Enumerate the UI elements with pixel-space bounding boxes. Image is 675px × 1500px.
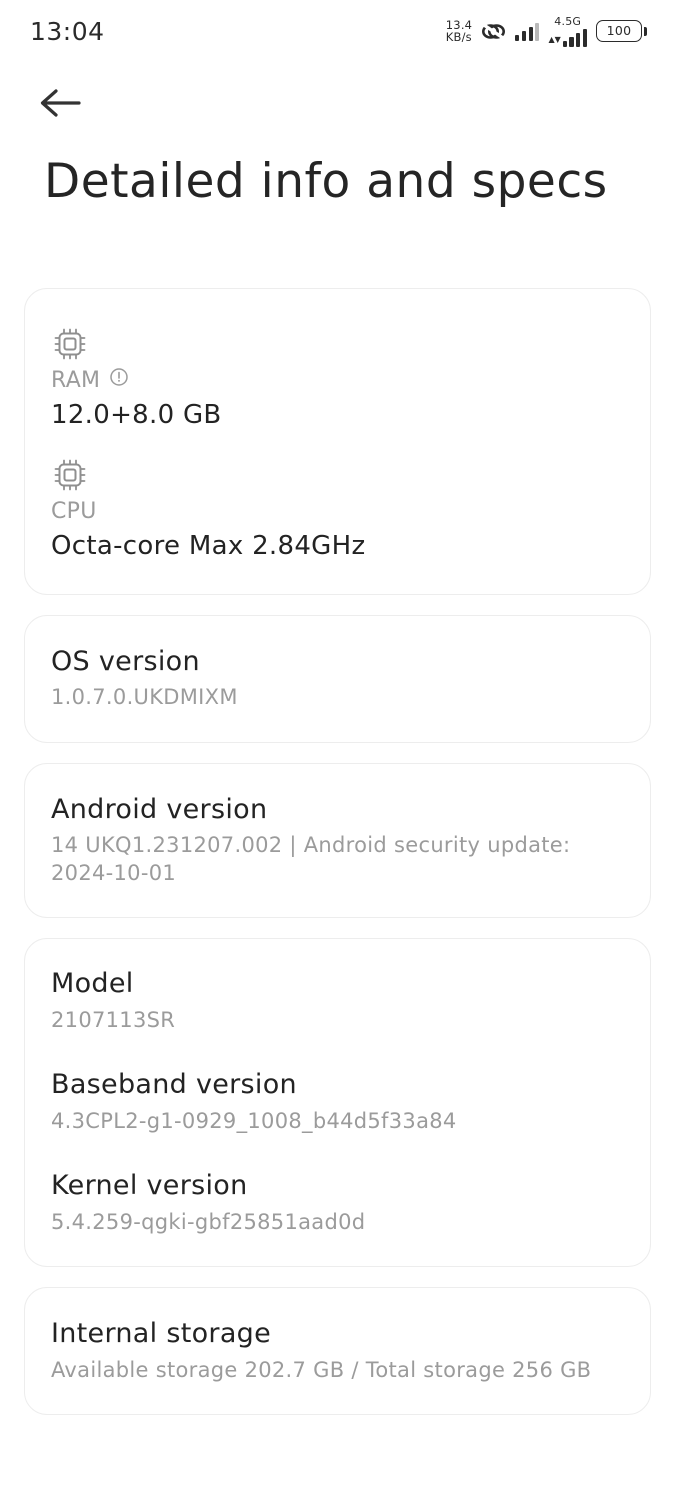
internal-storage-title: Internal storage bbox=[51, 1318, 272, 1350]
android-version-value: 14 UKQ1.231207.002 | Android security up… bbox=[51, 833, 571, 885]
cpu-value: Octa-core Max 2.84GHz bbox=[51, 530, 366, 561]
spec-ram[interactable]: RAM 12.0+8.0 GB bbox=[51, 321, 624, 432]
status-icons: 13.4 KB/s 4.5G ▲▼ 100 bbox=[446, 16, 647, 47]
network-type-label: 4.5G bbox=[554, 14, 582, 28]
item-baseband-version[interactable]: Baseband version 4.3CPL2-g1-0929_1008_b4… bbox=[51, 1068, 624, 1135]
item-os-version: OS version 1.0.7.0.UKDMIXM bbox=[51, 645, 624, 712]
ram-label: RAM bbox=[51, 368, 101, 393]
status-clock: 13:04 bbox=[30, 16, 105, 46]
battery-icon: 100 bbox=[596, 20, 647, 42]
android-version-title: Android version bbox=[51, 793, 268, 825]
signal-strength-icon-sim2: ▲▼ bbox=[548, 28, 587, 47]
cpu-label-row: CPU bbox=[51, 498, 624, 526]
card-android-version[interactable]: Android version 14 UKQ1.231207.002 | And… bbox=[24, 762, 651, 918]
internal-storage-value: Available storage 202.7 GB / Total stora… bbox=[51, 1357, 592, 1382]
back-arrow-icon bbox=[40, 89, 81, 117]
ram-label-row: RAM bbox=[51, 367, 624, 395]
model-title: Model bbox=[51, 967, 134, 999]
item-kernel-version[interactable]: Kernel version 5.4.259-qgki-gbf25851aad0… bbox=[51, 1169, 624, 1236]
data-transfer-arrows-icon: ▲▼ bbox=[548, 34, 561, 44]
item-internal-storage: Internal storage Available storage 202.7… bbox=[51, 1317, 624, 1384]
baseband-version-value: 4.3CPL2-g1-0929_1008_b44d5f33a84 bbox=[51, 1108, 457, 1133]
baseband-version-title: Baseband version bbox=[51, 1069, 297, 1101]
os-version-title: OS version bbox=[51, 645, 200, 677]
card-internal-storage[interactable]: Internal storage Available storage 202.7… bbox=[24, 1287, 651, 1416]
kernel-version-value: 5.4.259-qgki-gbf25851aad0d bbox=[51, 1209, 366, 1234]
ram-value: 12.0+8.0 GB bbox=[51, 399, 222, 430]
status-bar: 13:04 13.4 KB/s 4.5G ▲▼ 100 bbox=[0, 0, 675, 62]
card-os-version[interactable]: OS version 1.0.7.0.UKDMIXM bbox=[24, 614, 651, 743]
cpu-label: CPU bbox=[51, 499, 97, 525]
signal-strength-icon-sim1 bbox=[515, 22, 540, 41]
card-device-identity: Model 2107113SR Baseband version 4.3CPL2… bbox=[24, 937, 651, 1268]
kernel-version-title: Kernel version bbox=[51, 1170, 248, 1202]
navigation-bar bbox=[0, 74, 675, 132]
network-speed-unit: KB/s bbox=[445, 30, 472, 44]
battery-level-label: 100 bbox=[606, 22, 632, 38]
model-value: 2107113SR bbox=[51, 1007, 176, 1032]
back-button[interactable] bbox=[38, 80, 90, 126]
specs-list: RAM 12.0+8.0 GB CPU Octa-core Max 2.84GH… bbox=[24, 288, 651, 1416]
spec-cpu[interactable]: CPU Octa-core Max 2.84GHz bbox=[51, 452, 624, 563]
memory-chip-icon bbox=[51, 328, 89, 367]
page-title: Detailed info and specs bbox=[44, 154, 608, 209]
info-icon[interactable] bbox=[109, 367, 129, 395]
link-icon bbox=[481, 21, 506, 42]
item-model[interactable]: Model 2107113SR bbox=[51, 967, 624, 1034]
os-version-value: 1.0.7.0.UKDMIXM bbox=[51, 685, 238, 710]
mobile-data-indicator: 4.5G ▲▼ bbox=[548, 16, 587, 47]
card-hardware: RAM 12.0+8.0 GB CPU Octa-core Max 2.84GH… bbox=[24, 288, 651, 595]
item-android-version: Android version 14 UKQ1.231207.002 | And… bbox=[51, 793, 624, 887]
cpu-chip-icon bbox=[51, 459, 89, 498]
network-speed-indicator: 13.4 KB/s bbox=[446, 20, 472, 43]
